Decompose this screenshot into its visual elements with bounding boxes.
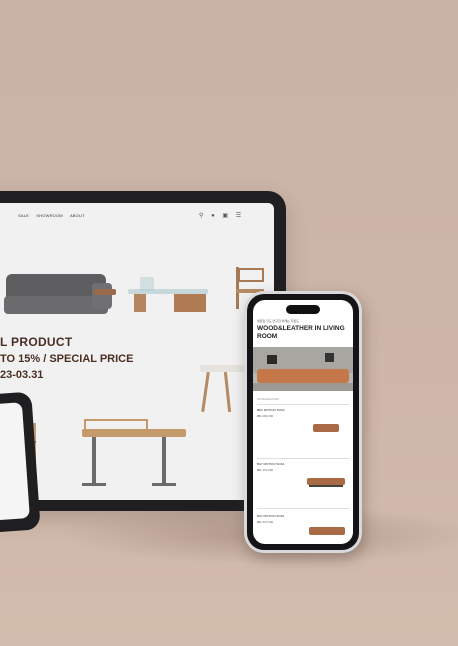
promo-banner[interactable]: L PRODUCT TO 15% / SPECIAL PRICE 23-03.3… (0, 335, 133, 381)
small-tablet-screen (0, 402, 30, 522)
menu-icon[interactable]: ☰ (236, 213, 241, 219)
product-price: ₩1,299,000 (257, 414, 274, 418)
nav-item-sale[interactable]: SALE (18, 213, 29, 218)
phone-device: 영원장 힐도 연구한 하래는 자판도 WOOD&LEATHER IN LIVIN… (244, 291, 362, 553)
product-name: BAY MOTION SOFA (257, 514, 285, 518)
promo-line-2: TO 15% / SPECIAL PRICE (0, 353, 134, 365)
product-name: BAY MOTION SOFA (257, 462, 285, 466)
product-image (309, 527, 345, 535)
sofa-arm (92, 283, 112, 309)
phone-page-title: WOOD&LEATHER IN LIVING ROOM (257, 325, 345, 340)
search-icon[interactable]: ⚲ (199, 213, 203, 219)
tablet-nav-icons: ⚲ ● ▣ ☰ (199, 212, 247, 219)
desk-leg (162, 437, 166, 485)
desk-leg (92, 437, 96, 485)
desk-foot (82, 483, 106, 486)
tablet-screen: SALE SHOWROOM ABOUT ⚲ ● ▣ ☰ L PRODUCT TO… (0, 203, 274, 500)
hero-artwork (267, 355, 277, 364)
nav-item-about[interactable]: ABOUT (70, 213, 85, 218)
coffee-table-leg (134, 294, 146, 312)
hero-sofa (257, 369, 349, 383)
living-room-hero-image[interactable] (253, 347, 353, 391)
promo-line-3: 23-03.31 (0, 369, 44, 381)
product-image (307, 478, 345, 485)
side-table-leg (201, 371, 210, 413)
chair-back (238, 268, 264, 282)
divider (257, 508, 349, 509)
product-image (313, 424, 339, 432)
dynamic-island (286, 305, 320, 314)
divider (257, 458, 349, 459)
product-price: ₩1,070,000 (257, 520, 274, 524)
phone-screen: 영원장 힐도 연구한 하래는 자판도 WOOD&LEATHER IN LIVIN… (253, 300, 353, 544)
product-price: ₩1,170,000 (257, 468, 274, 472)
hero-artwork (325, 353, 334, 362)
sofa-armrest-leather (94, 289, 116, 295)
hero-floor (253, 383, 353, 391)
desk-top (82, 429, 186, 437)
product-image-legs (309, 485, 343, 487)
desk-foot (152, 483, 176, 486)
coffee-table-wood (174, 294, 206, 312)
tablet-nav: SALE SHOWROOM ABOUT (18, 213, 91, 218)
divider (257, 404, 349, 405)
phone-subtitle: 영원장 힐도 연구한 하래는 자판도 (257, 319, 299, 323)
desk-shelf (84, 419, 148, 429)
section-label: WOOD&LEATHER (257, 398, 279, 401)
product-name: BEX MOTION SOFA (257, 408, 285, 412)
side-table-leg (223, 371, 232, 413)
nav-item-showroom[interactable]: SHOWROOM (36, 213, 63, 218)
cart-icon[interactable]: ▣ (222, 213, 228, 219)
user-icon[interactable]: ● (211, 213, 215, 219)
phone-bezel: 영원장 힐도 연구한 하래는 자판도 WOOD&LEATHER IN LIVIN… (247, 294, 359, 550)
promo-line-1: L PRODUCT (0, 335, 73, 349)
